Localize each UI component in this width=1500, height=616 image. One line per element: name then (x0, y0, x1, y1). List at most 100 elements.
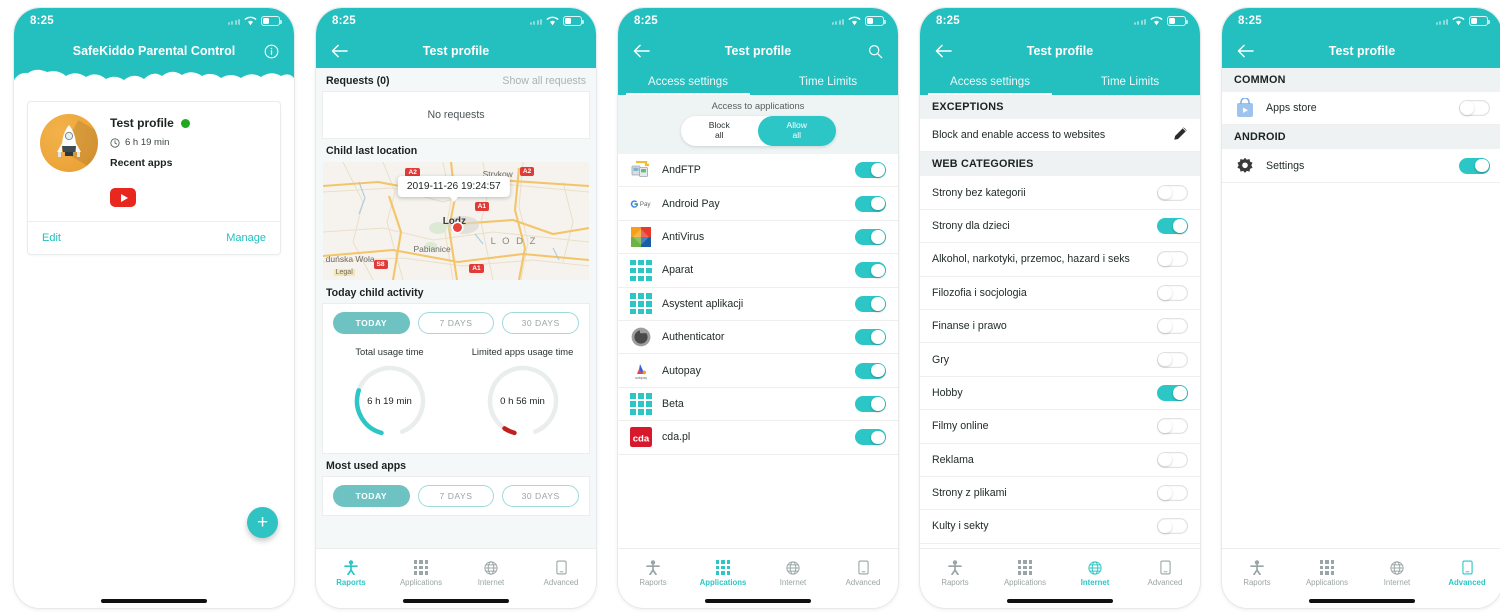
app-toggle[interactable] (855, 429, 886, 446)
item-toggle[interactable] (1459, 100, 1490, 117)
sidebar-item-raports[interactable]: Raports (316, 553, 386, 594)
arrow-left-icon[interactable] (630, 40, 652, 62)
app-toggle[interactable] (855, 162, 886, 179)
range-tab-30days[interactable]: 30 DAYS (502, 312, 579, 334)
list-item[interactable]: autopay Autopay (618, 354, 898, 388)
category-label: Kulty i sekty (932, 520, 989, 533)
profile-name: Test profile (110, 116, 174, 130)
range-tab-30days[interactable]: 30 DAYS (502, 485, 579, 507)
app-toggle[interactable] (855, 395, 886, 412)
table-row[interactable]: Finanse i prawo (920, 309, 1200, 344)
list-item[interactable]: Authenticator (618, 320, 898, 355)
list-item[interactable]: Aparat (618, 254, 898, 288)
range-tab-today[interactable]: TODAY (333, 312, 410, 334)
sidebar-item-advanced[interactable]: Advanced (526, 553, 596, 594)
sidebar-item-applications[interactable]: Applications (386, 553, 456, 594)
arrow-left-icon[interactable] (1234, 40, 1256, 62)
sidebar-item-advanced[interactable]: Advanced (1130, 553, 1200, 594)
edit-button[interactable]: Edit (42, 232, 61, 244)
sidebar-item-applications[interactable]: Applications (1292, 553, 1362, 594)
map-timestamp-bubble: 2019-11-26 19:24:57 (397, 176, 510, 202)
sidebar-item-advanced[interactable]: Advanced (1432, 553, 1500, 594)
table-row[interactable]: Hobby (920, 376, 1200, 411)
nav-label: Raports (941, 578, 969, 587)
category-toggle[interactable] (1157, 318, 1188, 335)
table-row[interactable]: Filmy online (920, 410, 1200, 444)
nav-label: Raports (639, 578, 667, 587)
nav-label: Internet (477, 577, 505, 587)
category-toggle[interactable] (1157, 451, 1188, 468)
app-header: Test profile (1222, 34, 1500, 68)
search-icon[interactable] (864, 40, 886, 62)
sidebar-item-raports[interactable]: Raports (920, 553, 990, 594)
category-toggle[interactable] (1157, 284, 1188, 301)
item-label: Settings (1266, 159, 1305, 172)
category-toggle[interactable] (1157, 251, 1188, 268)
arrow-left-icon[interactable] (328, 40, 350, 62)
manage-button[interactable]: Manage (226, 232, 266, 244)
sidebar-item-internet[interactable]: Internet (758, 553, 828, 594)
list-item[interactable]: Asystent aplikacji (618, 287, 898, 321)
category-toggle[interactable] (1157, 217, 1188, 234)
sidebar-item-raports[interactable]: Raports (1222, 553, 1292, 594)
app-toggle[interactable] (855, 295, 886, 312)
list-item[interactable]: Apps store (1222, 92, 1500, 126)
block-all-option[interactable]: Block all (681, 116, 759, 146)
category-toggle[interactable] (1157, 384, 1188, 401)
table-row[interactable]: Strony z plikami (920, 476, 1200, 511)
category-toggle[interactable] (1157, 184, 1188, 201)
sidebar-item-applications[interactable]: Applications (990, 553, 1060, 594)
app-toggle[interactable] (855, 195, 886, 212)
range-tab-7days[interactable]: 7 DAYS (418, 312, 495, 334)
category-toggle[interactable] (1157, 418, 1188, 435)
list-item[interactable]: Beta (618, 387, 898, 422)
globe-icon (1390, 560, 1404, 575)
item-toggle[interactable] (1459, 157, 1490, 174)
tab-time-limits[interactable]: Time Limits (758, 68, 898, 95)
add-profile-fab[interactable]: + (247, 507, 278, 538)
list-item[interactable]: AndFTP (618, 154, 898, 188)
gauge-value: 6 h 19 min (367, 395, 412, 407)
app-toggle[interactable] (855, 329, 886, 346)
app-toggle[interactable] (855, 362, 886, 379)
tab-time-limits[interactable]: Time Limits (1060, 68, 1200, 95)
table-row[interactable]: Filozofia i socjologia (920, 276, 1200, 310)
tab-access-settings[interactable]: Access settings (618, 68, 758, 95)
youtube-icon[interactable] (110, 188, 136, 207)
sidebar-item-internet[interactable]: Internet (1362, 553, 1432, 594)
range-tab-7days[interactable]: 7 DAYS (418, 485, 495, 507)
category-toggle[interactable] (1157, 485, 1188, 502)
table-row[interactable]: Reklama (920, 443, 1200, 477)
table-row[interactable]: Alkohol, narkotyki, przemoc, hazard i se… (920, 243, 1200, 277)
sidebar-item-advanced[interactable]: Advanced (828, 553, 898, 594)
access-mode-switch[interactable]: Block all Allow all (680, 116, 836, 146)
list-item[interactable]: Pay Android Pay (618, 187, 898, 221)
sidebar-item-applications[interactable]: Applications (688, 553, 758, 594)
location-map[interactable]: A2 A2 A1 S8 A1 Strykow Lodz L O D Z Pabi… (323, 162, 589, 280)
sidebar-item-internet[interactable]: Internet (456, 553, 526, 594)
app-toggle[interactable] (855, 262, 886, 279)
pencil-icon[interactable] (1173, 126, 1188, 144)
table-row[interactable]: Strony bez kategorii (920, 176, 1200, 210)
table-row[interactable]: Gry (920, 343, 1200, 377)
info-icon[interactable] (260, 40, 282, 62)
app-toggle[interactable] (855, 228, 886, 245)
list-item[interactable]: AntiVirus (618, 220, 898, 255)
profile-card[interactable]: Test profile 6 h 19 min Recent apps Edit… (28, 102, 280, 254)
sidebar-item-raports[interactable]: Raports (618, 553, 688, 594)
signal-icon (831, 17, 844, 25)
category-toggle[interactable] (1157, 518, 1188, 535)
exceptions-row[interactable]: Block and enable access to websites (920, 119, 1200, 153)
category-toggle[interactable] (1157, 351, 1188, 368)
sidebar-item-internet[interactable]: Internet (1060, 553, 1130, 594)
allow-all-option[interactable]: Allow all (758, 116, 836, 146)
tab-access-settings[interactable]: Access settings (920, 68, 1060, 95)
show-all-requests-link[interactable]: Show all requests (502, 75, 586, 87)
table-row[interactable]: Strony dla dzieci (920, 209, 1200, 244)
table-row[interactable]: Kulty i sekty (920, 510, 1200, 544)
list-item[interactable]: Settings (1222, 149, 1500, 183)
list-item[interactable]: cda cda.pl (618, 421, 898, 455)
arrow-left-icon[interactable] (932, 40, 954, 62)
category-label: Strony bez kategorii (932, 186, 1026, 199)
range-tab-today[interactable]: TODAY (333, 485, 410, 507)
